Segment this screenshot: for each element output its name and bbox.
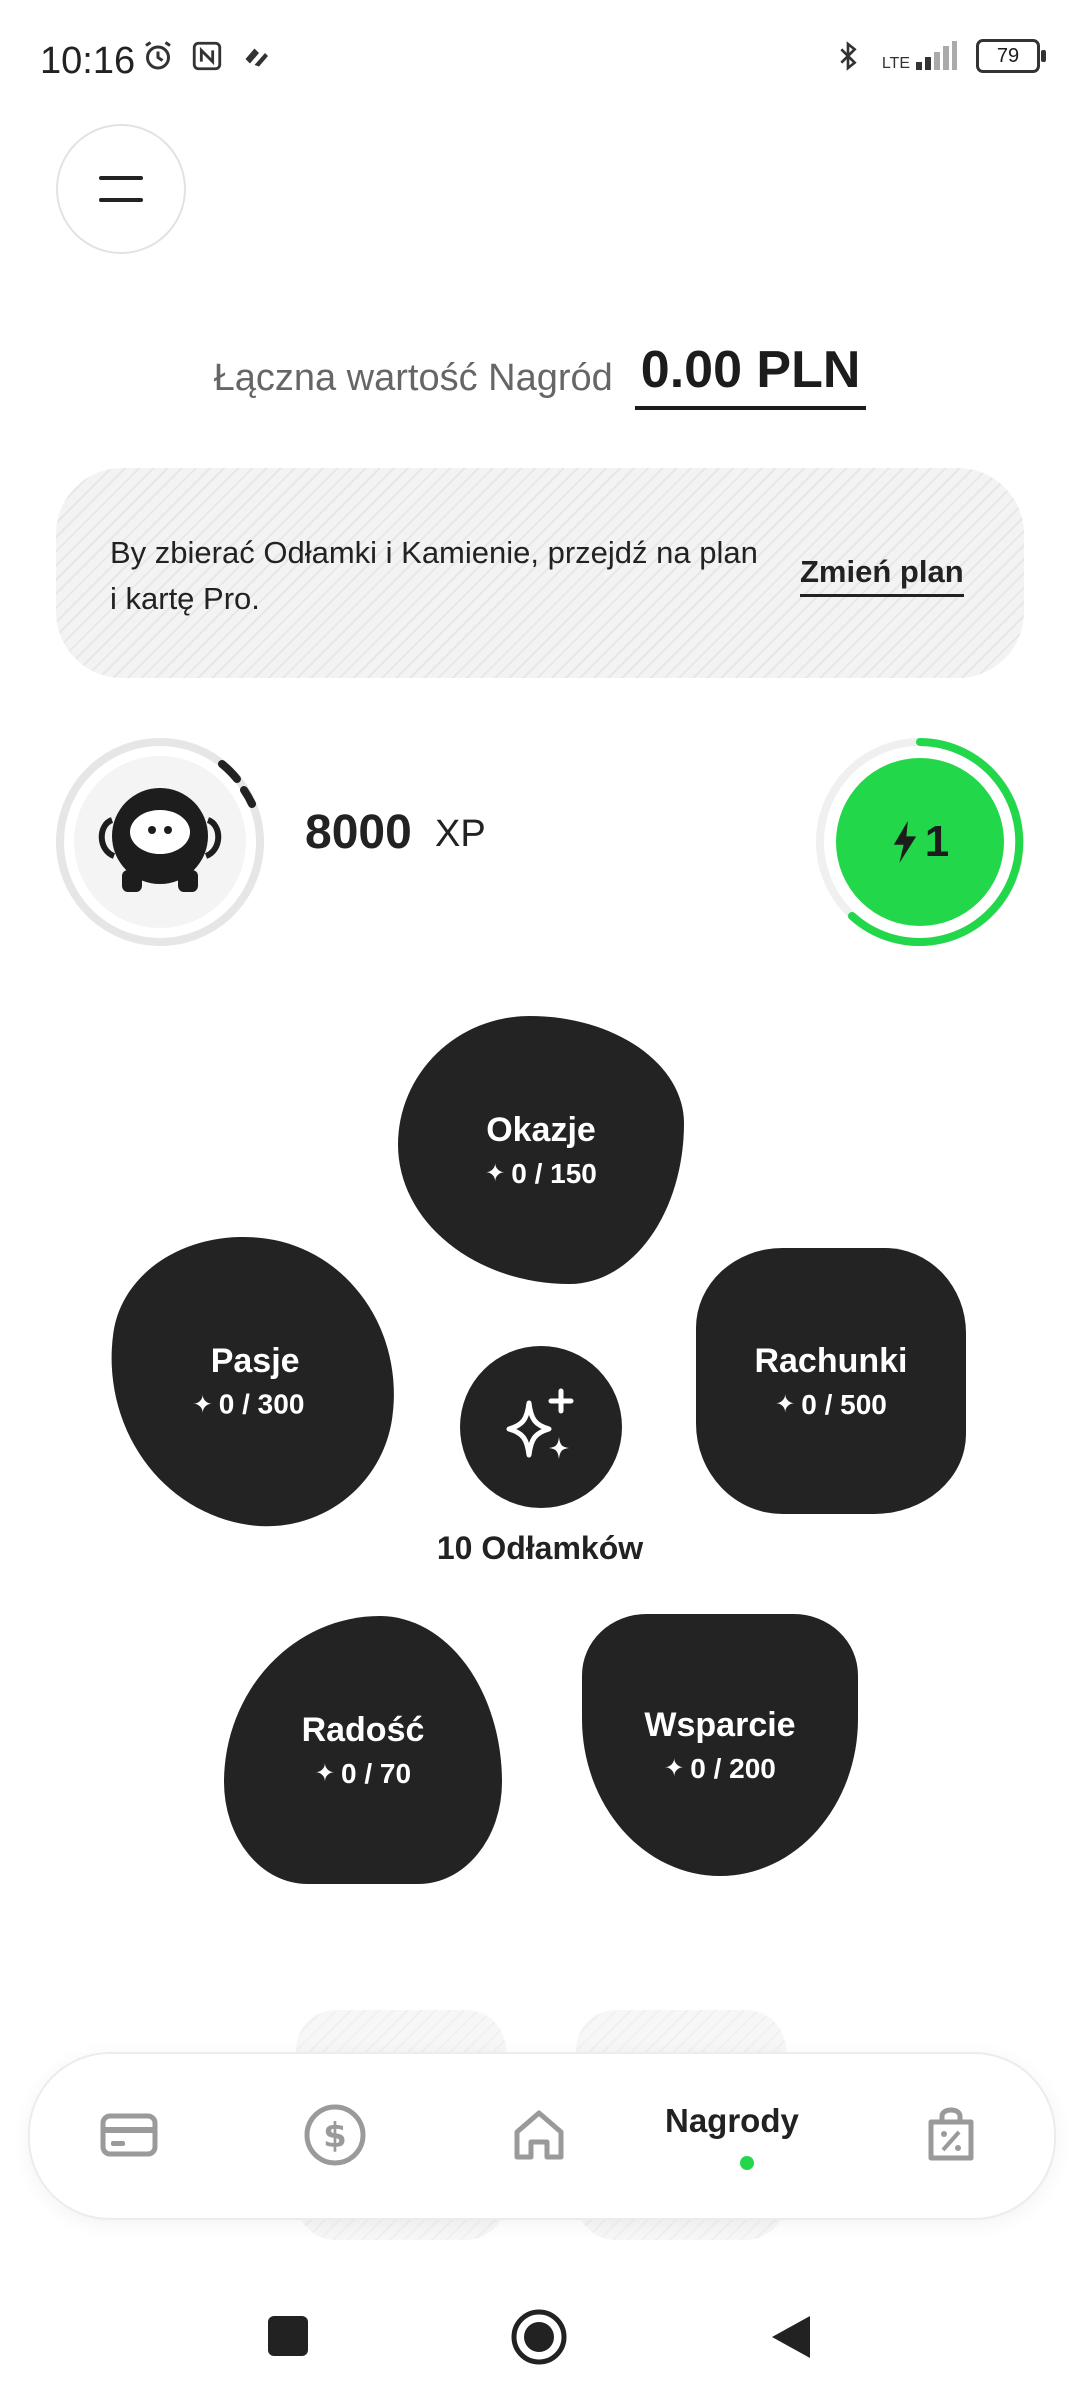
energy-button[interactable]: 1 [836,758,1004,926]
shopping-bag-icon [928,2107,974,2161]
stone-name: Okazje [486,1110,596,1149]
alarm-icon [145,41,171,70]
home-icon [514,2110,564,2160]
stone-count-value: 0 / 500 [801,1388,887,1420]
system-back-button[interactable] [768,2312,814,2362]
status-time: 10:16 [40,40,136,82]
nfc-icon [192,41,222,71]
stone-rachunki[interactable]: Rachunki ✦ 0 / 500 [696,1248,966,1514]
stone-name: Radość [301,1710,425,1749]
change-plan-link[interactable]: Zmień plan [800,554,964,597]
sparkle-icon: ✦ [664,1755,685,1782]
lightning-icon [893,821,916,863]
stone-count-value: 0 / 200 [690,1752,776,1784]
stone-count-value: 0 / 300 [218,1388,305,1420]
stone-radosc[interactable]: Radość ✦ 0 / 70 [224,1616,502,1884]
stone-count: ✦ 0 / 200 [664,1753,776,1785]
battery-level: 79 [996,44,1020,67]
app-notification-icon [245,48,268,67]
network-indicator: LTE [882,40,958,72]
stone-count: ✦ 0 / 150 [485,1158,597,1190]
battery-icon: 79 [976,39,1046,73]
nav-offers[interactable] [896,2080,1006,2190]
nav-payments[interactable]: $ [280,2080,390,2190]
sparkle-icon: ✦ [314,1760,336,1787]
sparkle-icon: ✦ [192,1390,213,1418]
reward-total: Łączna wartość Nagród 0.00 PLN [0,340,1080,410]
reward-label: Łączna wartość Nagród [213,357,613,399]
shards-button[interactable] [460,1346,622,1508]
stone-okazje[interactable]: Okazje ✦ 0 / 150 [398,1016,684,1284]
svg-text:$: $ [323,2116,347,2156]
stone-count: ✦ 0 / 300 [193,1388,305,1420]
energy-value: 1 [924,817,950,866]
stone-wsparcie[interactable]: Wsparcie ✦ 0 / 200 [582,1614,858,1876]
nav-home[interactable] [484,2080,594,2190]
stone-count: ✦ 0 / 70 [315,1758,411,1790]
system-home-button[interactable] [510,2308,568,2366]
system-recents-button[interactable] [268,2316,308,2356]
sparkles-icon [506,1388,574,1459]
menu-button[interactable] [56,124,186,254]
shards-label: 10 Odłamków [436,1530,644,1566]
dollar-icon: $ [304,2104,366,2166]
xp-value: 8000 [305,806,412,859]
avatar[interactable] [88,770,232,914]
hamburger-icon [99,176,143,202]
active-indicator-dot [740,2156,754,2170]
network-type: LTE [881,55,910,72]
stone-name: Wsparcie [644,1705,796,1744]
nav-rewards[interactable]: Nagrody [665,2102,799,2140]
signal-icon [916,41,957,70]
status-icons-left [140,38,274,74]
nav-cards[interactable] [74,2080,184,2190]
banner-text: By zbierać Odłamki i Kamienie, przejdź n… [110,535,758,616]
reward-value[interactable]: 0.00 PLN [634,340,867,410]
stone-count: ✦ 0 / 500 [775,1389,887,1421]
xp-unit: XP [435,813,486,855]
stone-name: Pasje [210,1341,300,1380]
stone-pasje[interactable]: Pasje ✦ 0 / 300 [89,1219,415,1543]
sparkle-icon: ✦ [485,1160,506,1187]
bluetooth-icon [840,41,857,71]
stone-count-value: 0 / 70 [341,1757,412,1789]
stone-count-value: 0 / 150 [511,1157,597,1189]
sparkle-icon: ✦ [775,1391,796,1418]
card-icon [100,2113,158,2157]
status-icons-right: LTE 79 [832,38,1046,74]
stone-name: Rachunki [754,1341,908,1380]
